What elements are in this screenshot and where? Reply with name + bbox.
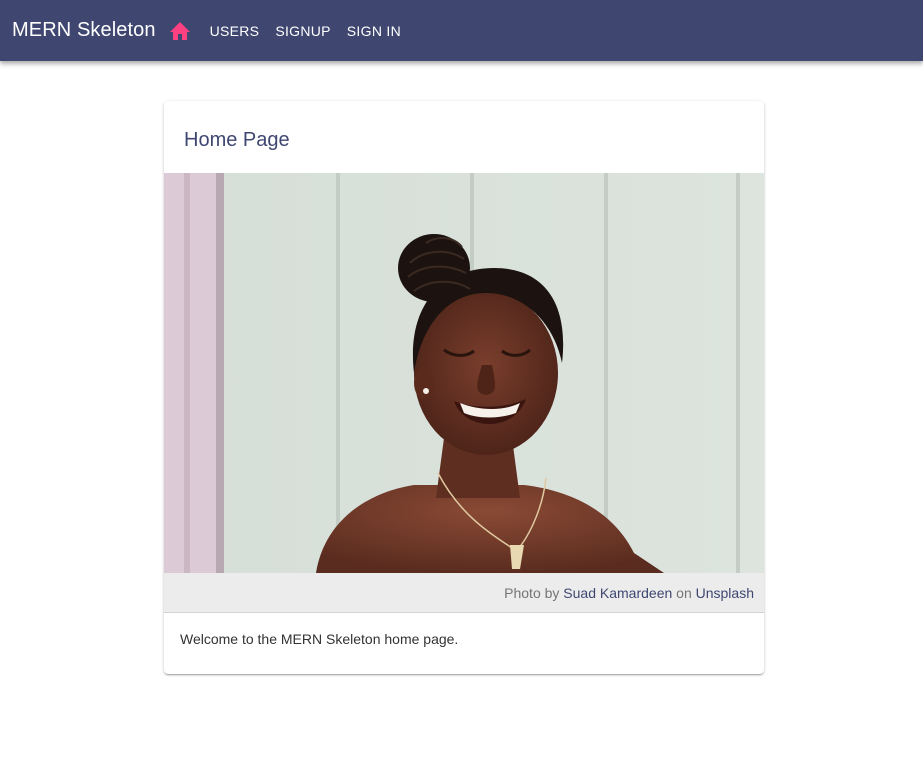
nav-signup-button[interactable]: Signup	[275, 23, 330, 39]
card-photo	[164, 173, 764, 573]
nav-users-button[interactable]: Users	[210, 23, 260, 39]
photo-credit-prefix: Photo by	[504, 585, 560, 601]
home-card: Home Page Photo by Suad Kamardeen on Uns…	[164, 101, 764, 674]
nav-signin-button[interactable]: Sign In	[347, 23, 401, 39]
photo-illustration	[164, 173, 764, 573]
app-title: MERN Skeleton	[12, 19, 156, 41]
card-title: Home Page	[184, 129, 290, 151]
home-icon	[169, 21, 190, 40]
photo-source-link[interactable]: Unsplash	[696, 585, 754, 601]
app-bar: MERN Skeleton Users Signup Sign In	[0, 0, 923, 61]
home-button[interactable]	[168, 19, 192, 43]
welcome-text: Welcome to the MERN Skeleton home page.	[180, 631, 459, 647]
photo-author-link[interactable]: Suad Kamardeen	[563, 585, 672, 601]
photo-credit-middle: on	[676, 585, 692, 601]
photo-credit: Photo by Suad Kamardeen on Unsplash	[164, 573, 764, 613]
